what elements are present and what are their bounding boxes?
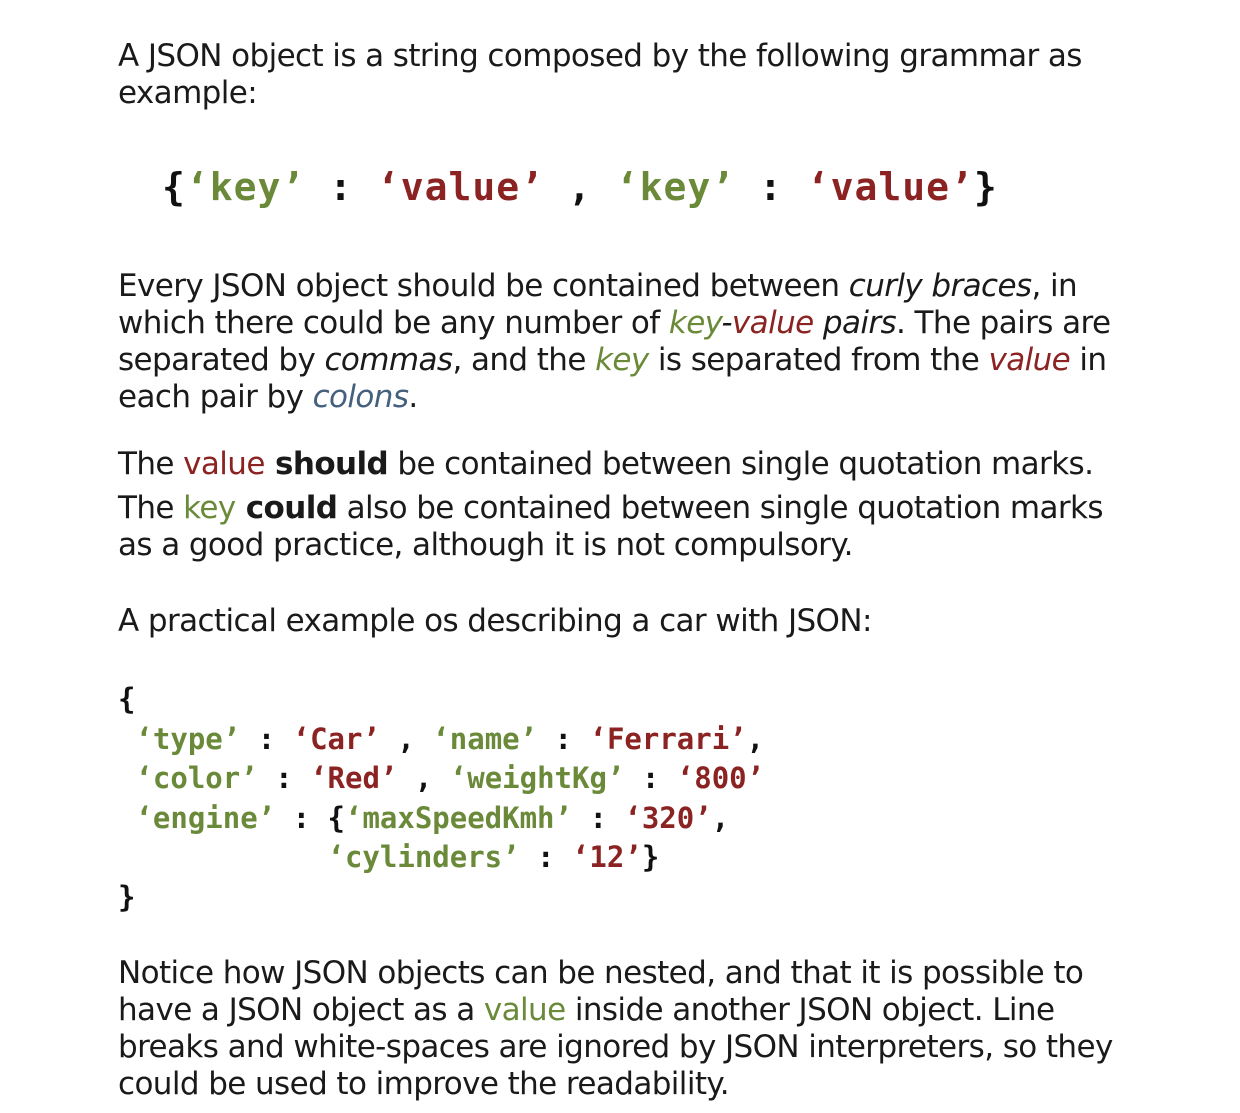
grammar-colon-2: : [735,165,807,209]
json-key: ‘name’ [432,721,538,756]
grammar-value-2: ‘value’ [806,165,974,209]
code-line: ‘engine’ : {‘maxSpeedKmh’ : ‘320’, [118,799,764,839]
notice-paragraph: Notice how JSON objects can be nested, a… [118,955,1128,1103]
code-line: ‘color’ : ‘Red’ , ‘weightKg’ : ‘800’ [118,759,764,799]
term-key: key [668,305,722,341]
code-line: { [118,680,764,720]
grammar-key-1: ‘key’ [185,165,306,209]
code-line: ‘cylinders’ : ‘12’} [118,838,764,878]
json-punct: , [379,721,433,756]
grammar-value-1: ‘value’ [376,165,545,209]
json-key: ‘weightKg’ [449,761,625,795]
json-punct: : [624,761,677,795]
term-key: key [595,342,649,378]
rules-paragraph-pairs: Every JSON object should be contained be… [118,268,1128,416]
term-pairs: pairs [813,305,897,341]
text-run: is separated from the [648,342,989,378]
json-value: ‘Car’ [292,721,380,756]
json-key: ‘type’ [135,721,241,756]
term-could: could [235,490,338,526]
term-key: key [183,490,236,526]
json-key: ‘engine’ [135,800,276,835]
text-run: be contained between single quotation ma… [388,446,1094,482]
term-value: value [483,992,566,1028]
json-value: ‘Ferrari’ [589,721,747,756]
term-curly-braces: curly braces [848,268,1032,304]
json-punct: , [746,721,765,756]
brace-open: { [118,682,136,716]
json-punct: : [240,721,293,756]
brace-open: { [162,165,186,209]
term-value: value [183,446,265,482]
json-punct: : [571,800,625,835]
intro-paragraph: A JSON object is a string composed by th… [118,38,1082,111]
grammar-comma: , [544,165,616,209]
text-run: . [408,379,418,415]
json-punct: : { [275,800,345,835]
brace-close: } [118,879,136,914]
grammar-colon-1: : [305,165,377,209]
grammar-key-2: ‘key’ [615,165,736,209]
text-run: The [118,446,184,482]
example-intro: A practical example os describing a car … [118,603,872,639]
json-punct: : [537,721,590,756]
text-run: , and the [452,342,596,378]
json-punct: } [641,840,660,874]
rules-paragraph-key: The key could also be contained between … [118,490,1128,564]
text-run: - [721,305,732,341]
json-punct: : [519,840,572,874]
json-punct: , [711,800,730,835]
json-value: ‘800’ [676,761,765,795]
term-colons: colons [312,379,409,415]
term-value: value [731,305,814,341]
car-json-example: { ‘type’ : ‘Car’ , ‘name’ : ‘Ferrari’, ‘… [118,680,764,917]
term-should: should [264,446,389,482]
term-value: value [988,342,1071,378]
json-key: ‘maxSpeedKmh’ [345,800,572,835]
grammar-example: {‘key’ : ‘value’ , ‘key’ : ‘value’} [162,164,998,210]
json-value: ‘320’ [624,800,712,835]
text-run: The [118,490,184,526]
code-line: ‘type’ : ‘Car’ , ‘name’ : ‘Ferrari’, [118,720,764,760]
json-value: ‘Red’ [310,761,398,795]
json-punct: : [257,761,311,795]
rules-paragraph-value: The value should be contained between si… [118,446,1094,483]
text-run: Every JSON object should be contained be… [118,268,849,304]
code-line: } [118,878,764,918]
json-key: ‘cylinders’ [327,840,520,874]
document-page: A JSON object is a string composed by th… [118,38,1128,1102]
json-value: ‘12’ [571,840,642,874]
brace-close: } [973,165,998,209]
json-key: ‘color’ [135,761,258,795]
json-punct: , [397,761,450,795]
term-commas: commas [324,342,453,378]
